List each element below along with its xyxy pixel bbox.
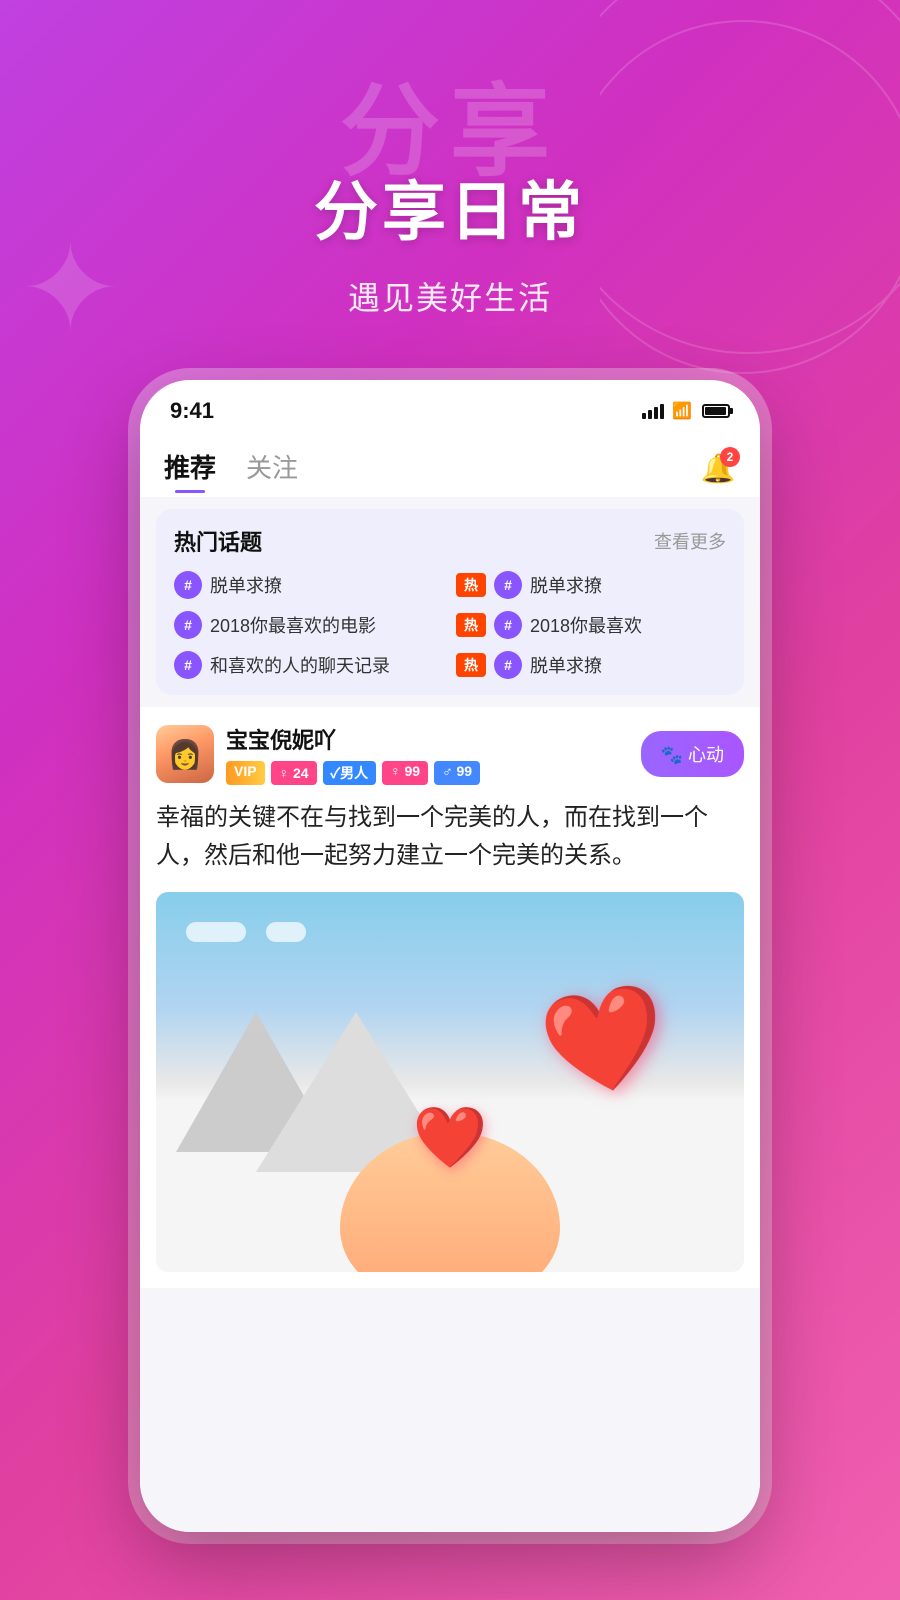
hash-icon: #: [174, 651, 202, 679]
notification-button[interactable]: 🔔 2: [700, 451, 736, 487]
tab-following[interactable]: 关注: [246, 448, 298, 489]
list-item[interactable]: # 和喜欢的人的聊天记录: [174, 651, 444, 679]
page-subtitle: 遇见美好生活: [348, 273, 552, 319]
hot-badge: 热: [456, 653, 486, 677]
page-title: 分享日常: [314, 161, 586, 253]
hash-icon: #: [174, 611, 202, 639]
heart-button[interactable]: 🐾 心动: [641, 731, 744, 777]
header-area: 分享 分享日常 遇见美好生活: [0, 0, 900, 420]
male-count-tag: ♂ 99: [434, 761, 480, 785]
topic-text: 2018你最喜欢: [530, 612, 642, 638]
female-count-tag: ♀ 99: [382, 761, 428, 785]
wifi-icon: 📶: [672, 401, 692, 421]
hot-topics-more[interactable]: 查看更多: [654, 528, 726, 554]
hash-icon: #: [174, 571, 202, 599]
list-item[interactable]: 热 # 脱单求撩: [456, 651, 726, 679]
author-tags: VIP ♀ 24 ✓男人 ♀ 99 ♂ 99: [226, 761, 480, 785]
post-author: 👩 宝宝倪妮吖 VIP ♀ 24 ✓男人 ♀ 99 ♂ 99: [156, 723, 480, 785]
status-time: 9:41: [170, 398, 214, 424]
list-item[interactable]: # 2018你最喜欢的电影: [174, 611, 444, 639]
verify-tag: ✓男人: [323, 761, 377, 785]
vip-tag: VIP: [226, 761, 265, 785]
list-item[interactable]: # 脱单求撩: [174, 571, 444, 599]
hash-icon: #: [494, 571, 522, 599]
author-name: 宝宝倪妮吖: [226, 723, 480, 755]
hot-topics-grid: # 脱单求撩 热 # 脱单求撩 # 2018你最喜欢的电影: [174, 571, 726, 679]
tab-list: 推荐 关注: [164, 448, 298, 489]
topic-text: 脱单求撩: [530, 652, 602, 678]
battery-icon: [702, 404, 730, 418]
list-item[interactable]: 热 # 2018你最喜欢: [456, 611, 726, 639]
post-image: ❤️ ❤️: [156, 892, 744, 1272]
topic-text: 脱单求撩: [530, 572, 602, 598]
hot-badge: 热: [456, 573, 486, 597]
hot-topics-section: 热门话题 查看更多 # 脱单求撩 热 # 脱单求撩: [156, 509, 744, 695]
hot-topics-header: 热门话题 查看更多: [174, 525, 726, 557]
topic-text: 和喜欢的人的聊天记录: [210, 652, 390, 678]
cloud-decoration: [186, 922, 714, 942]
avatar: 👩: [156, 725, 214, 783]
hot-topics-title: 热门话题: [174, 525, 262, 557]
app-content: 推荐 关注 🔔 2 热门话题 查看更多 # 脱单求撩: [140, 432, 760, 1532]
phone-frame: 9:41 📶 推荐 关注: [140, 380, 760, 1532]
hand-area: ❤️: [300, 1072, 600, 1272]
list-item[interactable]: 热 # 脱单求撩: [456, 571, 726, 599]
status-bar: 9:41 📶: [140, 380, 760, 432]
topic-text: 脱单求撩: [210, 572, 282, 598]
tab-recommended[interactable]: 推荐: [164, 448, 216, 489]
status-icons: 📶: [642, 401, 730, 421]
topic-text: 2018你最喜欢的电影: [210, 612, 376, 638]
phone-mockup: 9:41 📶 推荐 关注: [140, 380, 760, 1560]
author-info: 宝宝倪妮吖 VIP ♀ 24 ✓男人 ♀ 99 ♂ 99: [226, 723, 480, 785]
post-card: 👩 宝宝倪妮吖 VIP ♀ 24 ✓男人 ♀ 99 ♂ 99: [140, 707, 760, 1288]
post-text: 幸福的关键不在与找到一个完美的人，而在找到一个人，然后和他一起努力建立一个完美的…: [156, 799, 744, 876]
post-header: 👩 宝宝倪妮吖 VIP ♀ 24 ✓男人 ♀ 99 ♂ 99: [156, 723, 744, 785]
tab-bar: 推荐 关注 🔔 2: [140, 432, 760, 497]
signal-icon: [642, 403, 664, 419]
hash-icon: #: [494, 611, 522, 639]
female-tag: ♀ 24: [271, 761, 317, 785]
hot-badge: 热: [456, 613, 486, 637]
notification-badge: 2: [720, 447, 740, 467]
hash-icon: #: [494, 651, 522, 679]
